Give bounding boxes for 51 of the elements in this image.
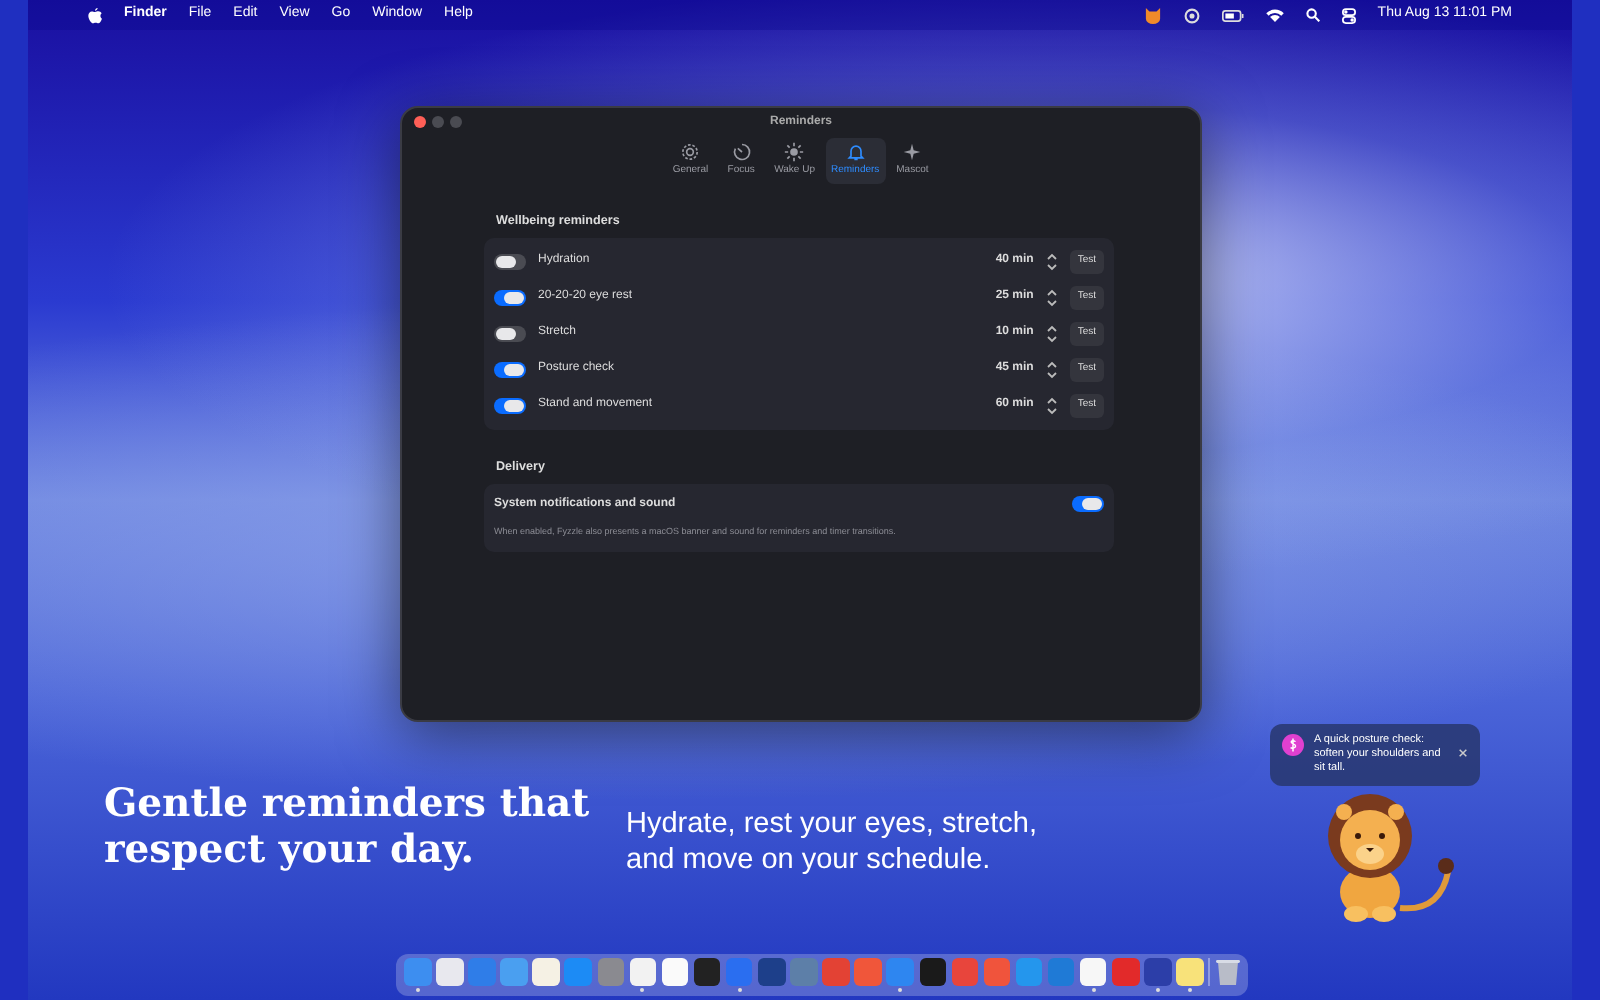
app-icon[interactable] [661, 958, 689, 985]
dock-item[interactable] [629, 958, 657, 994]
battery-icon[interactable] [1221, 9, 1244, 21]
control-center-icon[interactable] [1341, 7, 1356, 23]
running-indicator [1188, 988, 1192, 992]
search-icon[interactable] [1305, 8, 1320, 22]
toggle-switch[interactable] [494, 325, 526, 342]
bell-icon [845, 142, 866, 162]
stepper-icon[interactable] [1045, 359, 1058, 380]
trash-icon[interactable] [1215, 958, 1240, 986]
dollar-icon [1282, 734, 1304, 756]
toggle-switch[interactable] [494, 253, 526, 270]
running-indicator [1155, 988, 1160, 992]
target-icon[interactable] [1183, 7, 1200, 23]
headline: Gentle reminders that respect your day. [104, 780, 592, 874]
sun-icon [784, 142, 805, 162]
apple-icon[interactable] [88, 7, 102, 23]
stepper-icon[interactable] [1045, 323, 1058, 344]
app-icon[interactable] [436, 958, 464, 985]
wifi-icon[interactable] [1265, 8, 1284, 22]
dock-item[interactable] [1079, 958, 1107, 994]
stepper-icon[interactable] [1045, 395, 1058, 416]
toggle-switch[interactable] [1072, 496, 1104, 513]
running-indicator [640, 988, 645, 992]
app-icon[interactable] [1079, 958, 1107, 985]
subtitle: Hydrate, rest your eyes, stretch, and move on your schedule. [626, 806, 1039, 879]
timer-icon [731, 142, 752, 162]
toggle-switch[interactable] [494, 289, 526, 306]
close-icon[interactable] [1458, 748, 1468, 758]
app-icon[interactable] [629, 958, 657, 985]
app-icon[interactable] [1176, 958, 1204, 985]
stepper-icon[interactable] [1045, 287, 1058, 308]
toggle-switch[interactable] [494, 397, 526, 414]
close-button[interactable] [414, 116, 426, 128]
app-icon[interactable] [532, 958, 560, 985]
running-indicator [898, 988, 903, 992]
app-icon[interactable] [758, 958, 786, 985]
running-indicator [737, 988, 742, 992]
settings-icon [680, 142, 701, 162]
minimize-button[interactable] [432, 116, 444, 128]
dock-item[interactable] [1176, 958, 1204, 994]
running-indicator [1091, 988, 1096, 992]
stepper-icon[interactable] [1045, 251, 1058, 272]
app-icon[interactable] [919, 958, 946, 985]
dock-item[interactable] [1144, 958, 1172, 994]
app-icon[interactable] [693, 958, 721, 985]
zoom-button[interactable] [450, 116, 462, 128]
toggle-switch[interactable] [494, 361, 526, 378]
cat-icon[interactable] [1143, 7, 1162, 23]
running-indicator [415, 988, 420, 992]
sparkle-icon [902, 142, 923, 162]
